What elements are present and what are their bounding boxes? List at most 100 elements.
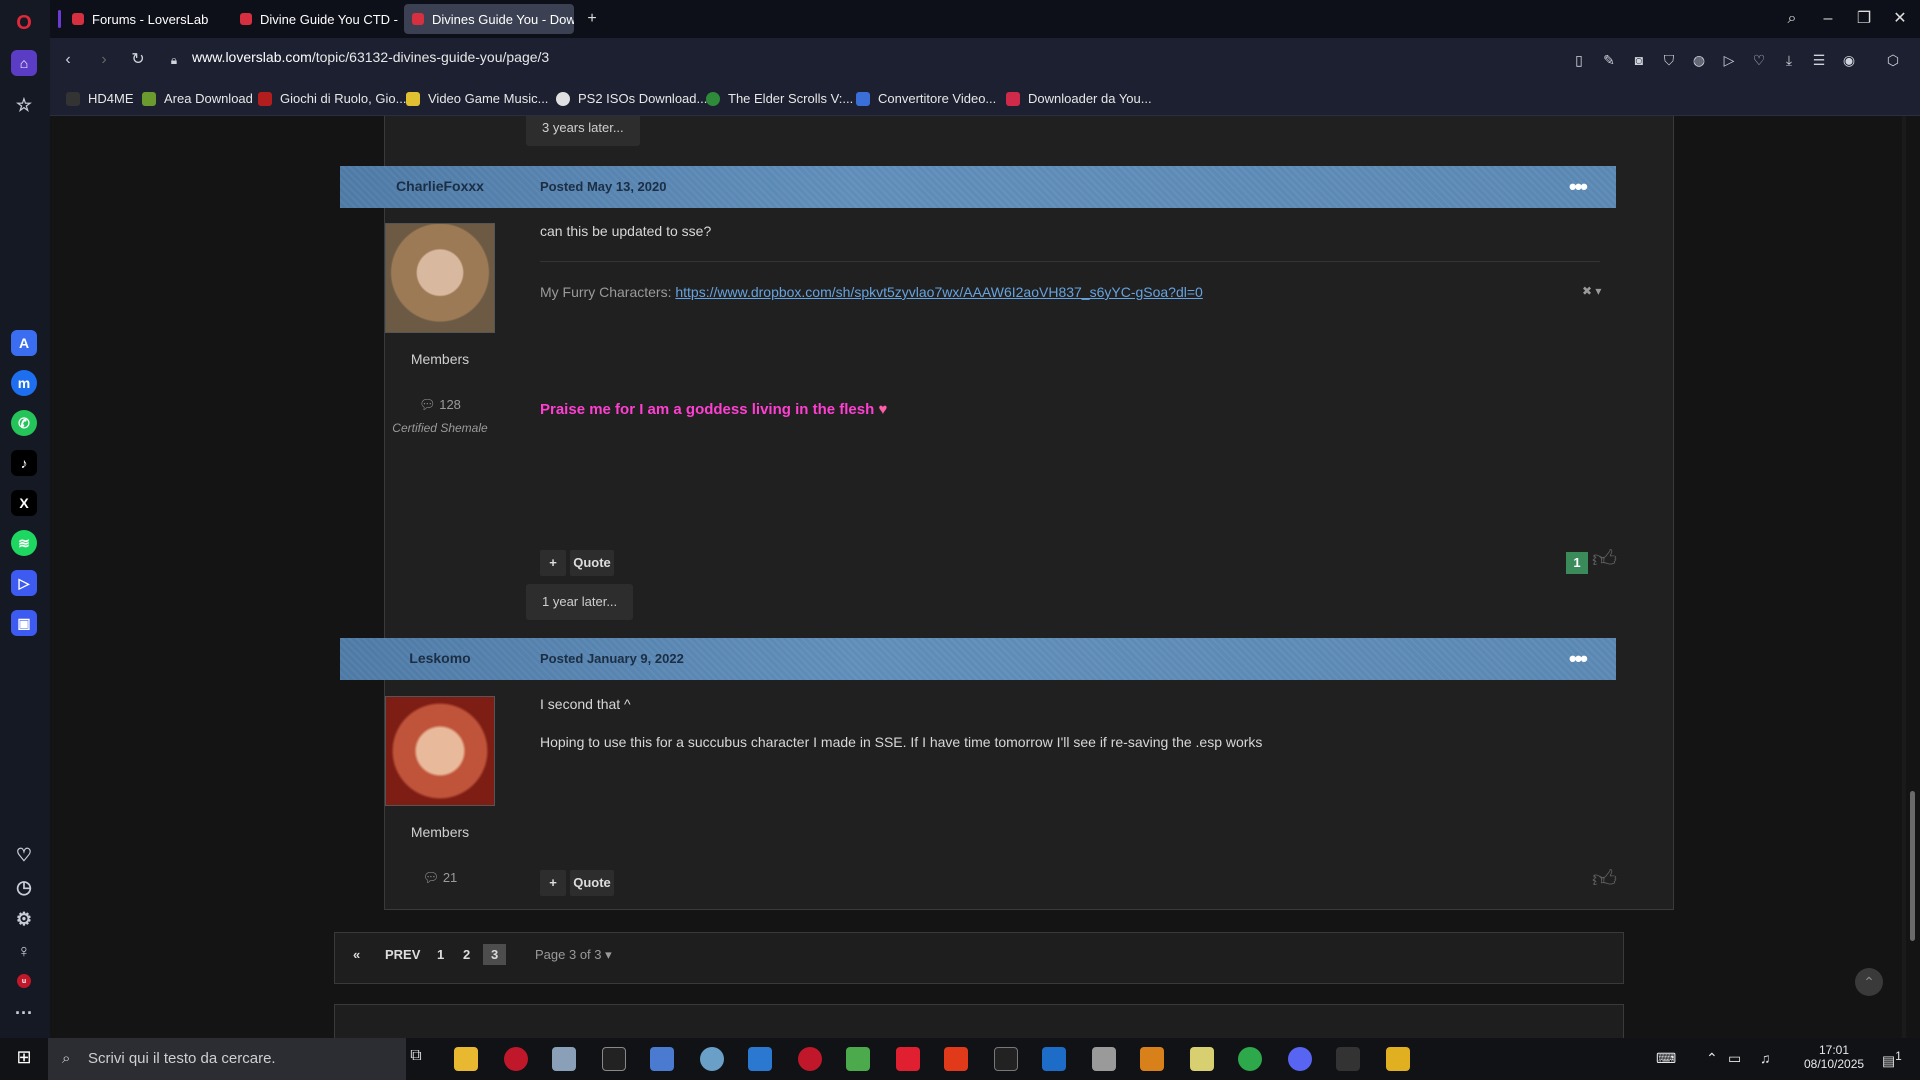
pinboard-icon[interactable]: ☆ xyxy=(11,92,37,118)
vpn-icon[interactable]: ▣ xyxy=(11,610,37,636)
forward-icon[interactable]: › xyxy=(92,48,116,72)
heart-icon[interactable]: ♡ xyxy=(1748,49,1770,71)
first-page-icon[interactable]: « xyxy=(353,947,360,962)
taskbar-search-input[interactable]: ⌕ Scrivi qui il testo da cercare. xyxy=(48,1038,406,1080)
scrollbar-thumb[interactable] xyxy=(1910,791,1915,941)
quote-button[interactable]: Quote xyxy=(570,550,614,576)
like-thumb-icon[interactable]: 👍︎ xyxy=(1592,546,1617,574)
player-icon[interactable]: ▷ xyxy=(11,570,37,596)
tiktok-icon[interactable]: ♪ xyxy=(11,450,37,476)
notifications-icon[interactable]: ▤1 xyxy=(1882,1050,1902,1070)
download-icon[interactable]: ⤓ xyxy=(1778,49,1800,71)
app-icon[interactable] xyxy=(846,1047,870,1071)
like-thumb-icon[interactable]: 👍︎ xyxy=(1592,866,1617,894)
page-link[interactable]: 2 xyxy=(463,947,470,962)
app-icon[interactable] xyxy=(700,1047,724,1071)
hide-signature-icon[interactable]: ✖ ▾ xyxy=(1582,284,1601,298)
app-icon[interactable] xyxy=(994,1047,1018,1071)
back-icon[interactable]: ‹ xyxy=(56,48,80,72)
bookmark-item[interactable]: PS2 ISOs Download... xyxy=(556,91,707,106)
bookmark-item[interactable]: Giochi di Ruolo, Gio... xyxy=(258,91,406,106)
app-icon[interactable] xyxy=(602,1047,626,1071)
messenger-icon[interactable]: m xyxy=(11,370,37,396)
page-jump-dropdown[interactable]: Page 3 of 3 ▾ xyxy=(535,947,612,963)
flow-send-icon[interactable]: ▷ xyxy=(1718,49,1740,71)
windows-start-icon[interactable]: ⊞ xyxy=(12,1047,36,1071)
menu-icon[interactable]: ☰ xyxy=(1808,49,1830,71)
reader-icon[interactable]: ▯ xyxy=(1568,49,1590,71)
page-link[interactable]: 1 xyxy=(437,947,444,962)
app-icon[interactable] xyxy=(1386,1047,1410,1071)
app-icon[interactable] xyxy=(1190,1047,1214,1071)
vpn-globe-icon[interactable]: ◍ xyxy=(1688,49,1710,71)
new-tab-plus-icon[interactable]: + xyxy=(580,7,604,31)
app-icon[interactable] xyxy=(748,1047,772,1071)
opera-taskbar-icon[interactable] xyxy=(504,1047,528,1071)
history-clock-icon[interactable]: ◷ xyxy=(11,874,37,900)
bookmark-item[interactable]: Downloader da You... xyxy=(1006,91,1152,106)
minimize-icon[interactable]: – xyxy=(1816,7,1840,31)
page-current[interactable]: 3 xyxy=(483,944,507,965)
post-author-name[interactable]: Leskomo xyxy=(340,650,540,666)
volume-icon[interactable]: ♫ xyxy=(1760,1050,1771,1066)
app-icon[interactable] xyxy=(1336,1047,1360,1071)
home-icon[interactable]: ⌂ xyxy=(11,50,37,76)
quote-button[interactable]: Quote xyxy=(570,870,614,896)
multiquote-plus-button[interactable]: + xyxy=(540,550,566,576)
chrome-icon[interactable] xyxy=(1238,1047,1262,1071)
multiquote-plus-button[interactable]: + xyxy=(540,870,566,896)
settings-gear-icon[interactable]: ⚙ xyxy=(11,906,37,932)
x-twitter-icon[interactable]: X xyxy=(11,490,37,516)
app-icon[interactable] xyxy=(650,1047,674,1071)
restore-icon[interactable]: ❐ xyxy=(1852,7,1876,31)
lightbulb-icon[interactable]: ♀ xyxy=(11,938,37,964)
edit-icon[interactable]: ✎ xyxy=(1598,49,1620,71)
shield-icon[interactable]: ⛉ xyxy=(1658,49,1680,71)
reload-icon[interactable]: ↻ xyxy=(126,48,150,72)
profile-icon[interactable]: ◉ xyxy=(1838,49,1860,71)
avatar[interactable] xyxy=(385,223,495,333)
prev-page-button[interactable]: PREV xyxy=(385,947,420,962)
post-author-name[interactable]: CharlieFoxxx xyxy=(340,178,540,194)
app-icon[interactable] xyxy=(896,1047,920,1071)
app-icon[interactable] xyxy=(1092,1047,1116,1071)
search-tabs-icon[interactable]: ⌕ xyxy=(1780,7,1804,31)
task-view-icon[interactable]: ⧉ xyxy=(404,1047,428,1071)
clock[interactable]: 17:01 08/10/2025 xyxy=(1804,1043,1864,1071)
bookmark-item[interactable]: Area Download xyxy=(142,91,253,106)
file-explorer-icon[interactable] xyxy=(454,1047,478,1071)
tab-forums[interactable]: Forums - LoversLab xyxy=(64,4,224,34)
opera-logo-icon[interactable]: O xyxy=(11,10,37,36)
url-field[interactable]: www.loverslab.com/topic/63132-divines-gu… xyxy=(192,49,549,65)
lock-icon[interactable]: 🔒︎ xyxy=(162,48,186,72)
camera-icon[interactable]: ◙ xyxy=(1628,49,1650,71)
post-menu-icon[interactable]: ••• xyxy=(1569,174,1588,200)
discord-icon[interactable] xyxy=(1288,1047,1312,1071)
bookmark-item[interactable]: HD4ME xyxy=(66,91,134,106)
extensions-cube-icon[interactable]: ⬡ xyxy=(1882,49,1904,71)
back-to-top-icon[interactable]: ⌃ xyxy=(1855,968,1883,996)
page-scrollbar[interactable] xyxy=(1906,116,1920,1038)
post-menu-icon[interactable]: ••• xyxy=(1569,646,1588,672)
spotify-icon[interactable]: ≋ xyxy=(11,530,37,556)
aria-icon[interactable]: A xyxy=(11,330,37,356)
post-date[interactable]: Posted January 9, 2022 xyxy=(540,651,684,666)
signature-link[interactable]: https://www.dropbox.com/sh/spkvt5zyvlao7… xyxy=(675,284,1202,300)
app-icon[interactable] xyxy=(944,1047,968,1071)
app-icon[interactable] xyxy=(552,1047,576,1071)
tab-divine-guide-ctd[interactable]: Divine Guide You CTD - Sk xyxy=(232,4,402,34)
app-icon[interactable] xyxy=(1140,1047,1164,1071)
network-icon[interactable]: ▭ xyxy=(1728,1050,1741,1067)
post-date[interactable]: Posted May 13, 2020 xyxy=(540,179,666,194)
bookmark-item[interactable]: The Elder Scrolls V:... xyxy=(706,91,853,106)
avatar[interactable] xyxy=(385,696,495,806)
whatsapp-icon[interactable]: ✆ xyxy=(11,410,37,436)
tray-expand-icon[interactable]: ⌃ xyxy=(1706,1050,1718,1067)
close-icon[interactable]: ✕ xyxy=(1888,7,1912,31)
keyboard-icon[interactable]: ⌨ xyxy=(1656,1050,1676,1067)
bookmark-item[interactable]: Convertitore Video... xyxy=(856,91,996,106)
favorites-heart-icon[interactable]: ♡ xyxy=(11,842,37,868)
ublock-icon[interactable]: u xyxy=(17,974,31,988)
more-dots-icon[interactable]: ··· xyxy=(11,1000,37,1026)
app-icon[interactable] xyxy=(798,1047,822,1071)
